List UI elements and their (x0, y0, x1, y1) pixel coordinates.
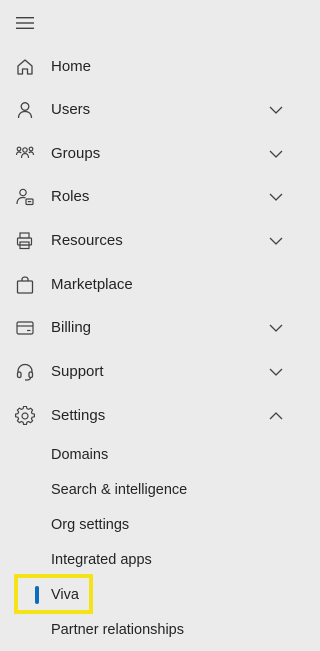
subitem-label: Viva (51, 587, 79, 603)
chevron-down-icon[interactable] (266, 144, 286, 164)
settings-subitem-domains[interactable]: Domains (0, 438, 303, 472)
admin-left-navigation: Home Users Groups Roles Resources Market… (0, 0, 303, 651)
nav-item-label: Resources (51, 232, 123, 249)
people-team-icon (14, 143, 36, 165)
headset-icon (14, 361, 36, 383)
chevron-down-icon[interactable] (266, 231, 286, 251)
settings-subitem-partner-relationships[interactable]: Partner relationships (0, 613, 303, 647)
nav-item-label: Marketplace (51, 276, 133, 293)
settings-subitem-org-settings[interactable]: Org settings (0, 508, 303, 542)
subitem-label: Integrated apps (51, 552, 152, 568)
settings-subitem-integrated-apps[interactable]: Integrated apps (0, 543, 303, 577)
nav-item-label: Settings (51, 407, 106, 424)
subitem-label: Search & intelligence (51, 482, 188, 498)
chevron-up-icon[interactable] (266, 406, 286, 426)
printer-icon (14, 230, 36, 252)
credit-card-icon (14, 317, 36, 339)
chevron-down-icon[interactable] (266, 318, 286, 338)
nav-item-marketplace[interactable]: Marketplace (0, 265, 303, 305)
shopping-bag-icon (14, 274, 36, 296)
selected-indicator (35, 586, 39, 604)
home-icon (14, 56, 36, 78)
nav-item-settings[interactable]: Settings (0, 396, 303, 436)
subitem-label: Partner relationships (51, 622, 184, 638)
nav-item-label: Support (51, 363, 104, 380)
nav-item-groups[interactable]: Groups (0, 134, 303, 174)
nav-item-billing[interactable]: Billing (0, 308, 303, 348)
chevron-down-icon[interactable] (266, 362, 286, 382)
subitem-label: Domains (51, 447, 109, 463)
nav-item-label: Users (51, 101, 91, 118)
person-badge-icon (14, 186, 36, 208)
nav-item-users[interactable]: Users (0, 90, 303, 130)
nav-item-resources[interactable]: Resources (0, 221, 303, 261)
settings-subitem-search-intelligence[interactable]: Search & intelligence (0, 473, 303, 507)
gear-icon (14, 405, 36, 427)
nav-item-label: Home (51, 58, 92, 75)
person-icon (14, 99, 36, 121)
settings-subitem-viva[interactable]: Viva (0, 578, 303, 612)
chevron-down-icon[interactable] (266, 187, 286, 207)
nav-item-home[interactable]: Home (0, 47, 303, 87)
nav-item-support[interactable]: Support (0, 352, 303, 392)
nav-item-label: Billing (51, 319, 92, 336)
nav-item-label: Groups (51, 145, 101, 162)
chevron-down-icon[interactable] (266, 100, 286, 120)
nav-item-label: Roles (51, 188, 90, 205)
hamburger-menu-icon[interactable] (14, 12, 36, 34)
nav-item-roles[interactable]: Roles (0, 177, 303, 217)
subitem-label: Org settings (51, 517, 130, 533)
